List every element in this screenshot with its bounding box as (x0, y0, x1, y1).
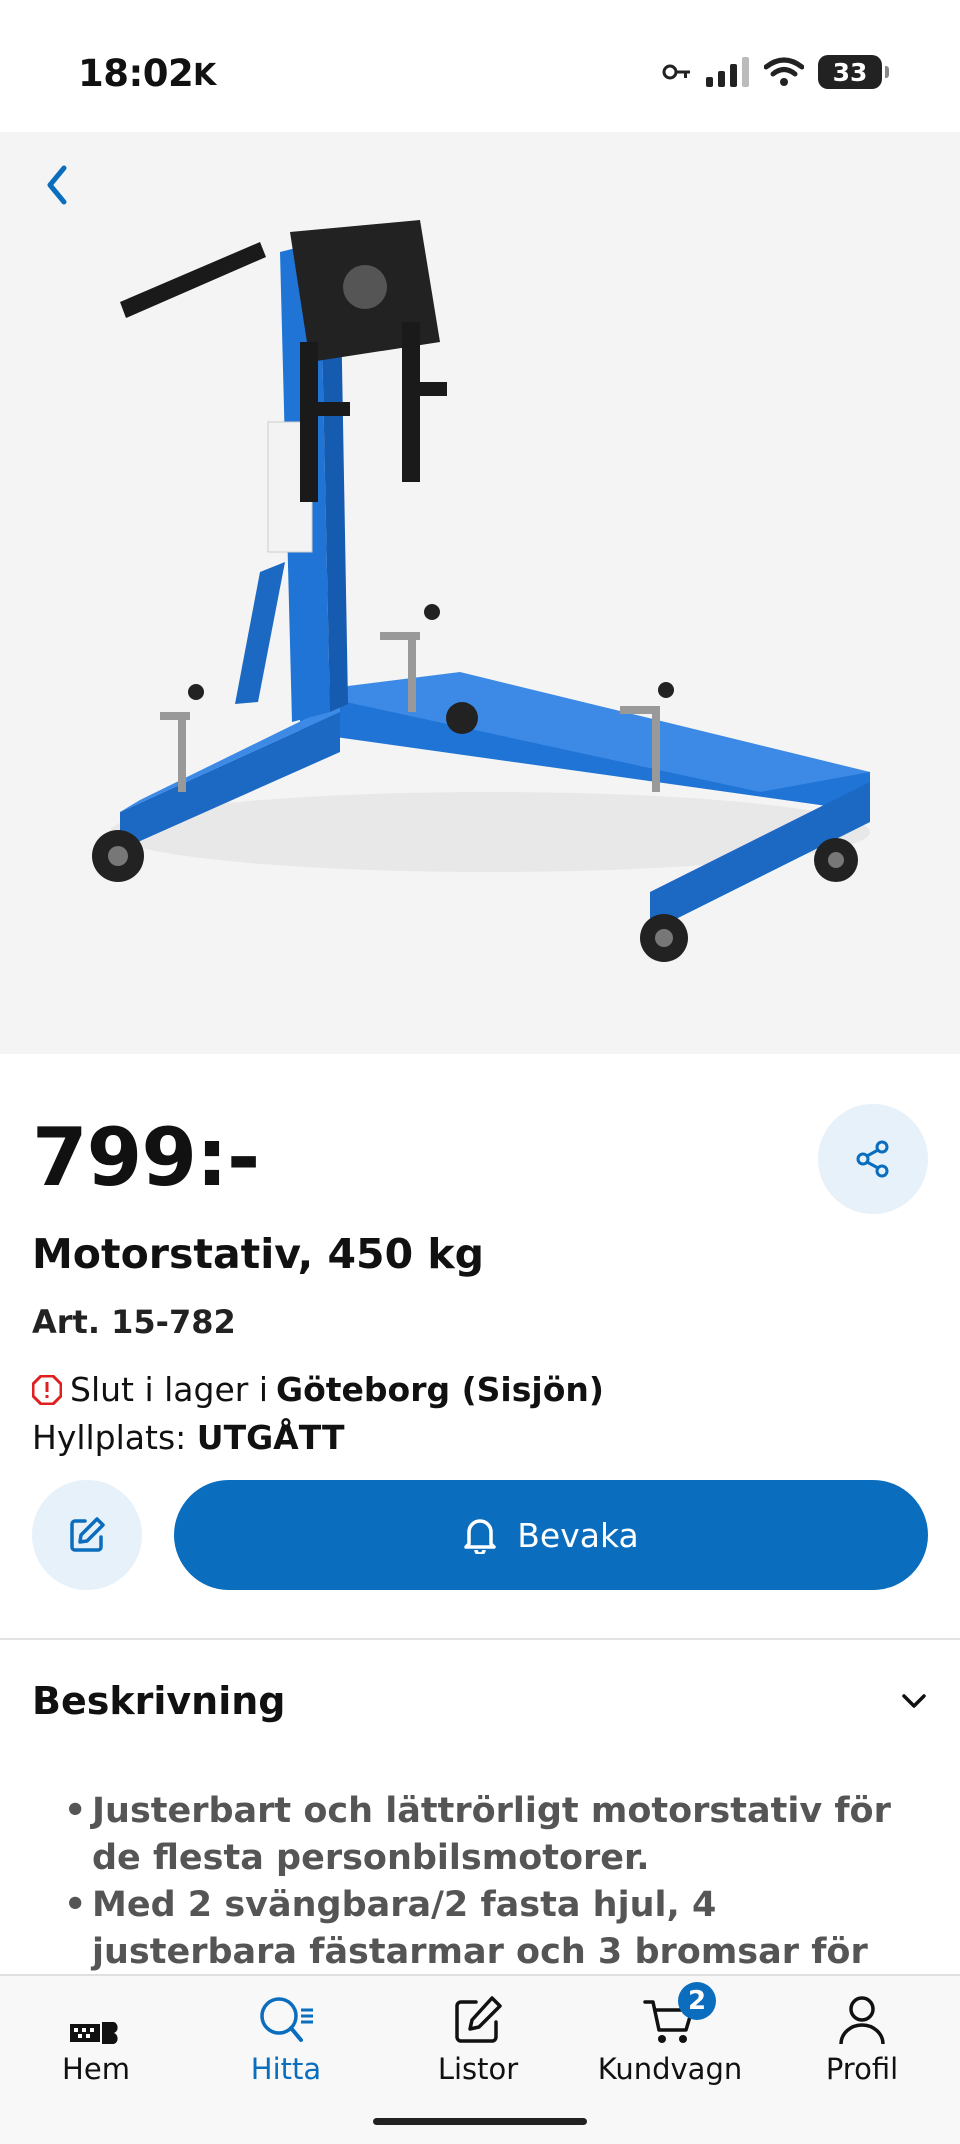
add-to-list-button[interactable] (32, 1480, 142, 1590)
tab-lists[interactable]: Listor (382, 1990, 574, 2090)
tab-label: Listor (437, 2052, 519, 2086)
description-title: Beskrivning (32, 1679, 286, 1723)
chevron-down-icon (902, 1694, 926, 1708)
tab-home[interactable]: Hem (0, 1990, 192, 2090)
stock-text: Slut i lager i (70, 1370, 268, 1409)
watch-label: Bevaka (517, 1515, 639, 1555)
description-accordion[interactable]: Beskrivning (32, 1676, 928, 1726)
status-bar: 18:02 K 33 (0, 0, 960, 132)
tab-label: Kundvagn (597, 2052, 743, 2086)
shelf-value: UTGÅTT (196, 1418, 345, 1457)
tab-cart[interactable]: 2 Kundvagn (574, 1982, 766, 2090)
tab-label: Hitta (250, 2052, 322, 2086)
tab-label: Hem (62, 2052, 130, 2086)
home-logo-icon (70, 2022, 118, 2044)
product-price: 799:- (32, 1111, 260, 1204)
tab-label: Profil (825, 2052, 899, 2086)
tab-search[interactable]: Hitta (190, 1990, 382, 2090)
alert-icon (32, 1374, 62, 1405)
watch-button[interactable]: Bevaka (174, 1480, 928, 1590)
edit-icon (70, 1517, 105, 1552)
status-carrier: K (193, 58, 217, 93)
back-chevron-icon[interactable] (38, 160, 78, 210)
cart-badge: 2 (678, 1982, 716, 2020)
product-title: Motorstativ, 450 kg (32, 1230, 484, 1278)
shelf-label: Hyllplats: (32, 1418, 187, 1457)
key-icon (662, 64, 690, 80)
status-icons: 33 (662, 55, 889, 89)
tab-profile[interactable]: Profil (766, 1990, 958, 2090)
share-button[interactable] (818, 1104, 928, 1214)
edit-list-icon (455, 1996, 502, 2043)
engine-stand-illustration (92, 220, 870, 962)
profile-icon (839, 1996, 885, 2045)
search-icon (260, 1997, 313, 2042)
stock-status: Slut i lager i Göteborg (Sisjön) (32, 1370, 604, 1409)
home-indicator (373, 2118, 587, 2125)
description-bullet: Justerbart och lättrörligt motorstativ f… (62, 1788, 932, 1882)
battery-indicator: 33 (818, 55, 889, 89)
article-number: Art. 15-782 (32, 1303, 236, 1341)
wifi-icon (764, 57, 804, 86)
share-icon (856, 1140, 889, 1178)
status-time: 18:02 (78, 52, 194, 95)
shelf-info: Hyllplats: UTGÅTT (32, 1418, 345, 1457)
bell-icon (464, 1519, 497, 1554)
store-location: Göteborg (Sisjön) (275, 1370, 604, 1409)
product-image (0, 132, 960, 1054)
signal-icon (706, 57, 749, 87)
divider (0, 1638, 960, 1640)
